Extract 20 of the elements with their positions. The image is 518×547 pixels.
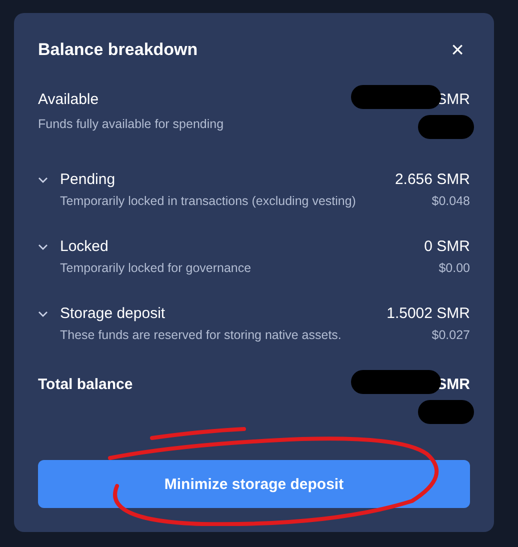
dialog-title: Balance breakdown [38, 40, 198, 60]
balance-amount: 0 SMR [424, 238, 470, 255]
balance-label: Locked [60, 238, 108, 255]
chevron-down-icon[interactable] [38, 244, 48, 250]
fiat-value: $0.048 [432, 194, 470, 208]
balance-description: Temporarily locked for governance [60, 261, 252, 275]
balance-description: These funds are reserved for storing native assets. [60, 328, 342, 342]
balance-amount: 2.656 SMR [394, 171, 470, 188]
chevron-down-icon[interactable] [38, 310, 48, 316]
close-button[interactable]: × [451, 39, 464, 61]
chevron-down-icon[interactable] [38, 176, 48, 182]
balance-description: Temporarily locked in transactions (excluding vesting) [60, 194, 356, 208]
balance-label: Total balance [38, 376, 133, 392]
balance-label: Storage deposit [60, 305, 166, 322]
balance-label: Available [38, 90, 99, 108]
fiat-value: $0.00 [438, 261, 470, 275]
balance-description: Funds fully available for spending [38, 117, 224, 133]
balance-amount: 1.5002 SMR [386, 305, 470, 322]
fiat-value: $0.027 [432, 328, 470, 342]
balance-label: Pending [60, 171, 116, 188]
